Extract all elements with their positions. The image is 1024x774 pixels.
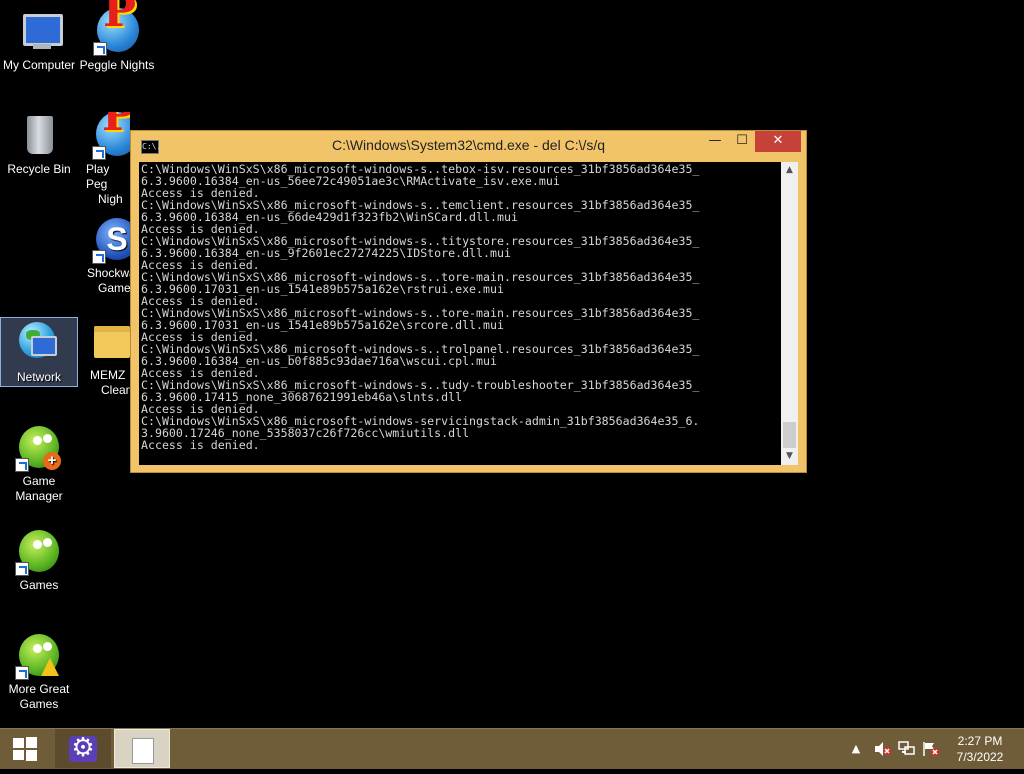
desktop-icon-more-great-games[interactable]: More Great Games (0, 632, 78, 712)
shockwave-icon: S (92, 216, 130, 264)
action-center-flag-icon[interactable] (920, 729, 942, 769)
speaker-muted-icon[interactable] (872, 729, 894, 769)
desktop-icon-label: Game (98, 281, 130, 295)
desktop-icon-label: Game Manager (15, 474, 63, 503)
clock-date: 7/3/2022 (956, 750, 1004, 764)
system-clock[interactable]: 2:27 PM 7/3/2022 (940, 733, 1020, 765)
network-icon (15, 320, 63, 368)
desktop-icon-peggle-nights[interactable]: P Peggle Nights (78, 0, 156, 73)
taskbar-settings-button[interactable] (55, 729, 111, 768)
desktop-icon-games[interactable]: Games (0, 528, 78, 593)
desktop-icon-recycle-bin[interactable]: Recycle Bin (0, 112, 78, 177)
shortcut-arrow-icon (15, 562, 29, 576)
scroll-up-arrow-icon[interactable]: ▲ (781, 162, 798, 179)
shortcut-arrow-icon (92, 250, 106, 264)
desktop-icon-label: Play Peg (86, 162, 110, 191)
tray-expand-arrow-icon[interactable]: ▲ (848, 729, 864, 769)
desktop-icon-network[interactable]: Network (0, 317, 78, 387)
taskbar-cmd-button[interactable] (114, 729, 170, 768)
peggle-icon: P (92, 112, 130, 160)
cmd-window[interactable]: C:\. C:\Windows\System32\cmd.exe - del C… (130, 130, 807, 473)
desktop-icon-label: Nigh (98, 192, 123, 206)
desktop-icon-label: My Computer (2, 58, 76, 72)
shortcut-arrow-icon (93, 42, 107, 56)
desktop-icon-label: More Great Games (8, 682, 70, 711)
folder-icon (88, 318, 130, 366)
start-button[interactable] (0, 729, 52, 769)
computer-icon (15, 8, 63, 56)
desktop-icon-label: Network (16, 370, 61, 384)
desktop-icon-label: Games (19, 578, 59, 592)
game-manager-icon: + (15, 424, 63, 472)
desktop-icon-label: Clean (101, 383, 130, 397)
console-area[interactable]: C:\Windows\WinSxS\x86_microsoft-windows-… (139, 162, 798, 465)
desktop-icon-memz-clean[interactable]: MEMZ Clean (82, 318, 130, 398)
taskbar: ▲ 2:27 PM 7/3/2022 (0, 728, 1024, 769)
network-tray-icon[interactable] (896, 729, 918, 769)
desktop-icon-label: MEMZ (90, 368, 126, 382)
maximize-button[interactable]: ☐ (729, 131, 755, 152)
minimize-button[interactable]: — (701, 131, 729, 152)
cmd-titlebar[interactable]: C:\. C:\Windows\System32\cmd.exe - del C… (131, 131, 806, 161)
shortcut-arrow-icon (15, 666, 29, 680)
console-line: Access is denied. (141, 438, 260, 451)
desktop-icon-my-computer[interactable]: My Computer (0, 8, 78, 73)
vertical-scrollbar[interactable]: ▲ ▼ (781, 162, 798, 465)
shortcut-arrow-icon (92, 146, 106, 160)
scroll-down-arrow-icon[interactable]: ▼ (781, 448, 798, 465)
desktop-icon-shockwave-games[interactable]: S Shockwa Game (78, 216, 130, 296)
scrollbar-thumb[interactable] (783, 422, 796, 448)
desktop-icon-label: Peggle Nights (79, 58, 155, 72)
games-icon (15, 528, 63, 576)
document-icon (132, 738, 154, 764)
gear-icon (69, 733, 97, 763)
desktop-icon-play-peggle-nights[interactable]: P Play Peg Nigh (78, 112, 130, 207)
console-output: C:\Windows\WinSxS\x86_microsoft-windows-… (141, 163, 781, 451)
recycle-bin-icon (15, 112, 63, 160)
desktop-icon-game-manager[interactable]: + Game Manager (0, 424, 78, 504)
close-button[interactable]: ✕ (755, 131, 801, 152)
clock-time: 2:27 PM (957, 734, 1003, 748)
desktop-icon-label: Shockwa (87, 266, 130, 280)
more-games-icon (15, 632, 63, 680)
shortcut-arrow-icon (15, 458, 29, 472)
peggle-icon: P (93, 0, 141, 56)
desktop-icon-label: Recycle Bin (7, 162, 71, 176)
